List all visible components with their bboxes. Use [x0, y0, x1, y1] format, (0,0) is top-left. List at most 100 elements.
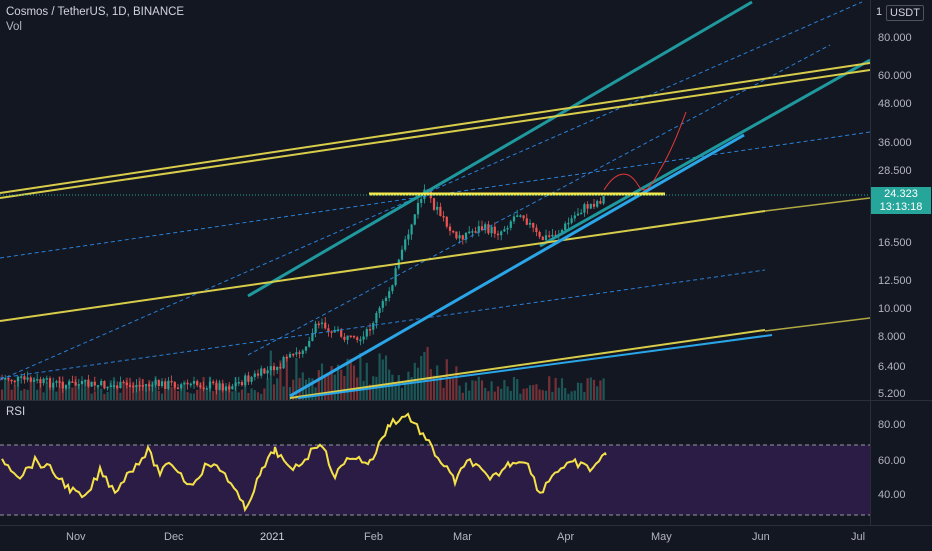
candle-body [157, 380, 160, 387]
volume-bar [7, 379, 10, 400]
candle-body [432, 198, 436, 210]
volume-bar [186, 392, 189, 400]
candle-body [352, 335, 356, 338]
volume-bar [509, 390, 512, 400]
dashed-trendline[interactable] [0, 1, 863, 381]
rsi-canvas[interactable] [0, 401, 870, 525]
price-chart-pane[interactable] [0, 0, 870, 400]
volume-bar [528, 385, 532, 400]
candle-body [394, 268, 397, 286]
candle-body [234, 382, 237, 387]
candle-body [407, 234, 410, 240]
volume-bar [560, 378, 564, 400]
candle-body [436, 206, 439, 210]
candle-body [362, 336, 365, 340]
volume-bar [71, 387, 74, 400]
bottom-support-line-ext[interactable] [764, 317, 870, 332]
volume-legend[interactable]: Vol [6, 20, 184, 35]
candle-body [135, 384, 138, 388]
rsi-legend[interactable]: RSI [6, 406, 25, 418]
candle-body [349, 335, 352, 338]
candle-body [516, 215, 519, 217]
candle-body [29, 377, 32, 382]
price-tick: 48.000 [878, 98, 912, 110]
candle-body [519, 215, 522, 217]
volume-bar [525, 388, 528, 400]
candle-body [276, 366, 279, 371]
candle-body [589, 203, 592, 209]
candle-body [64, 384, 68, 389]
time-axis[interactable] [0, 525, 870, 551]
candle-body [487, 224, 490, 234]
bar-countdown: 13:13:18 [879, 201, 923, 213]
candle-body [202, 387, 205, 389]
candle-body [77, 384, 80, 386]
volume-bar [394, 384, 397, 400]
long-resistance-line[interactable] [0, 62, 870, 194]
candle-body [596, 200, 599, 207]
chart-legend[interactable]: Cosmos / TetherUS, 1D, BINANCE Vol [6, 5, 184, 35]
volume-bar [4, 378, 7, 400]
volume-bar [458, 385, 461, 400]
candle-body [509, 221, 512, 228]
volume-bar [442, 387, 445, 400]
volume-bar [13, 385, 16, 400]
time-tick: Jun [752, 531, 770, 543]
candle-body [356, 337, 359, 340]
candle-body [16, 376, 20, 382]
volume-bar [554, 378, 557, 400]
rsi-pane[interactable] [0, 401, 870, 525]
volume-bar [426, 346, 429, 400]
candle-body [141, 385, 144, 387]
candle-body [151, 384, 154, 387]
volume-bar [359, 353, 362, 400]
candle-body [538, 232, 541, 237]
candle-body [132, 385, 135, 388]
volume-bar [327, 375, 330, 400]
volume-bar [471, 380, 474, 400]
currency-button[interactable]: USDT [886, 5, 924, 21]
candle-body [439, 206, 442, 216]
candle-body [285, 356, 288, 359]
candle-body [205, 388, 208, 390]
price-chart-canvas[interactable] [0, 0, 870, 400]
lower-uptrend-line[interactable] [297, 334, 773, 399]
volume-bar [36, 389, 39, 400]
candle-body [372, 322, 375, 330]
candle-body [173, 382, 176, 388]
candle-body [100, 381, 103, 386]
candle-body [148, 384, 151, 387]
price-tick: 80.000 [878, 32, 912, 44]
candle-body [496, 233, 500, 236]
candle-body [564, 223, 567, 231]
volume-bar [352, 365, 356, 400]
volume-bar [404, 382, 407, 400]
dashed-trendline[interactable] [247, 44, 831, 356]
candle-body [116, 385, 119, 389]
candle-body [240, 381, 244, 386]
price-tick: 16.500 [878, 237, 912, 249]
price-projection-path[interactable] [603, 111, 687, 191]
candle-body [541, 236, 544, 241]
symbol-title[interactable]: Cosmos / TetherUS, 1D, BINANCE [6, 5, 184, 20]
candle-body [93, 381, 96, 386]
volume-bar [544, 390, 548, 400]
volume-bar [570, 391, 573, 400]
channel-upper-line[interactable] [247, 0, 753, 298]
volume-bar [564, 388, 567, 400]
candle-body [253, 373, 256, 377]
time-tick: Mar [453, 531, 472, 543]
candle-body [420, 199, 423, 203]
volume-bar [205, 390, 208, 400]
candle-body [580, 212, 583, 215]
volume-bar [400, 387, 404, 400]
candle-body [138, 384, 141, 387]
main-uptrend-line[interactable] [289, 133, 745, 398]
candle-body [215, 383, 218, 390]
volume-bar [362, 380, 365, 400]
candle-body [244, 375, 247, 386]
mid-support-line-ext[interactable] [764, 197, 870, 212]
last-price-tag[interactable]: 24.323 13:13:18 [871, 187, 931, 214]
rsi-tick: 40.00 [878, 489, 906, 501]
volume-bar [490, 381, 493, 400]
